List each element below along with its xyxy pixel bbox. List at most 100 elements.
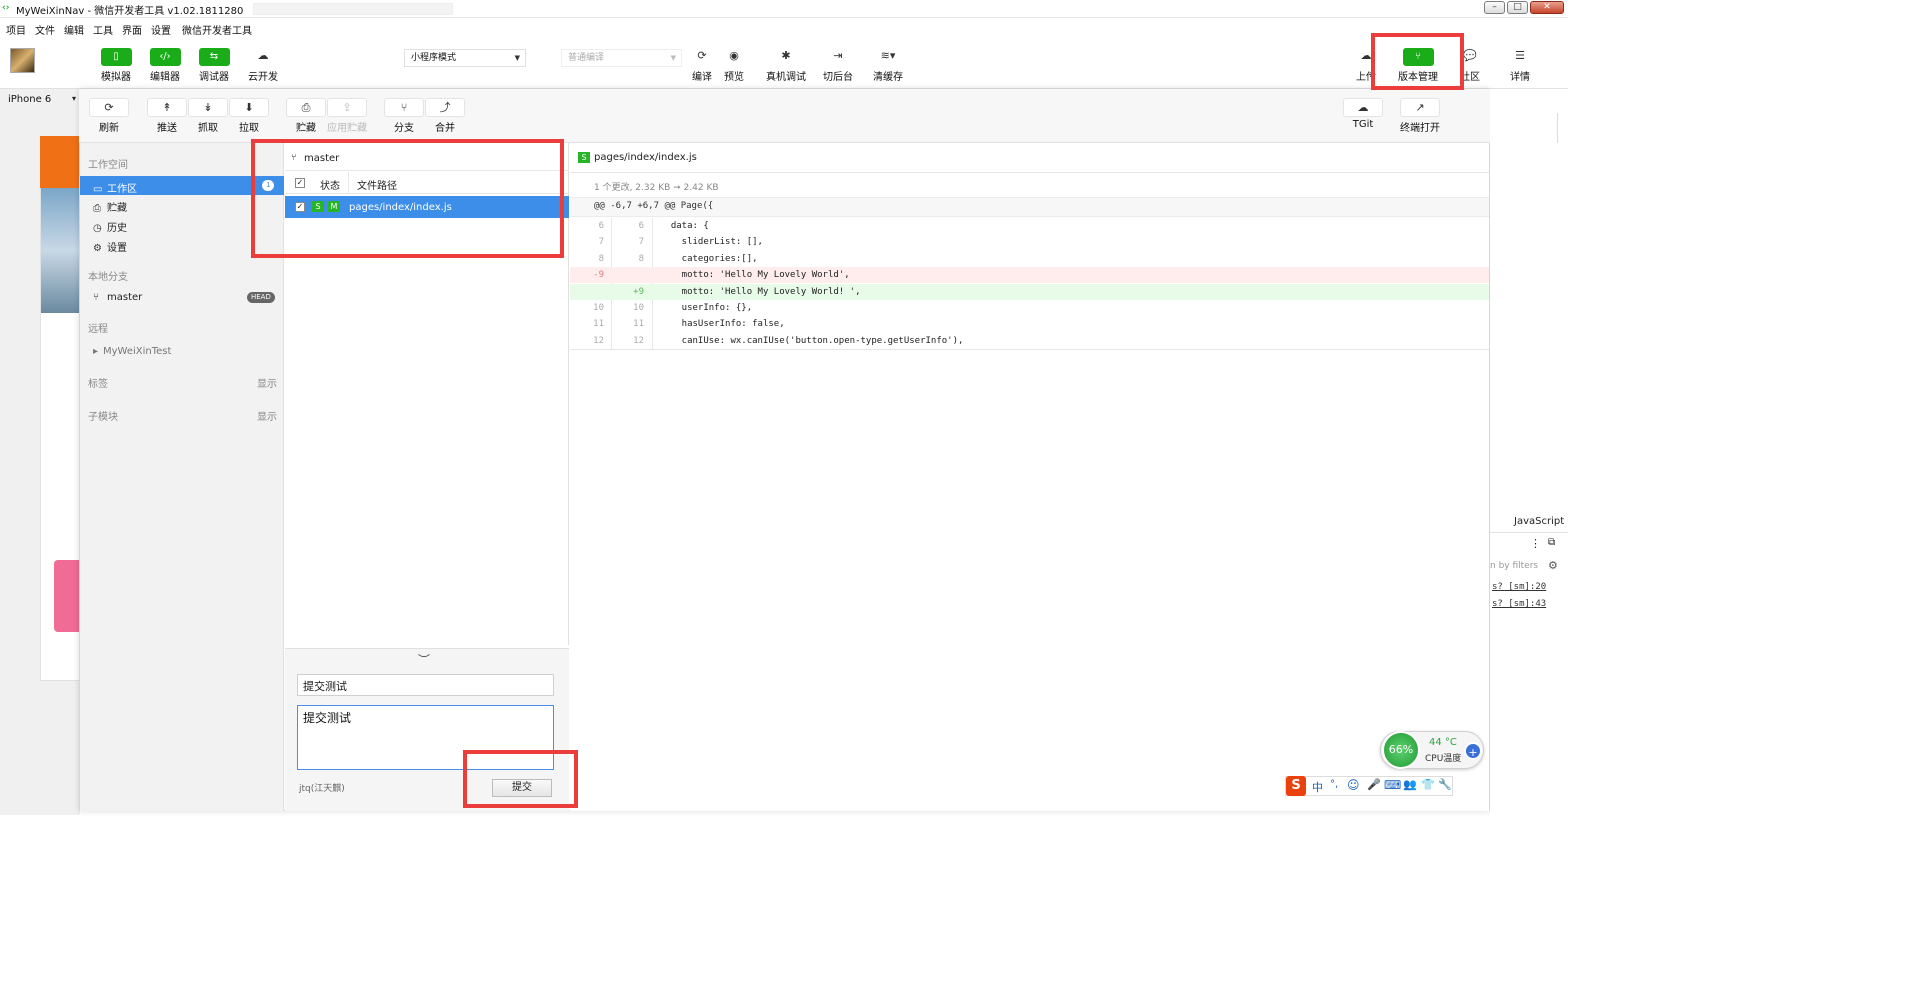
- divider: [1490, 532, 1568, 533]
- menu-edit[interactable]: 编辑: [64, 22, 84, 37]
- local-branch-header: 本地分支: [88, 272, 128, 283]
- nav-item-workspace[interactable]: ▭ 工作区: [93, 180, 137, 195]
- chevron-down-icon: ▼: [670, 54, 676, 62]
- diff-line-removed: -9 motto: 'Hello My Lovely World',: [570, 267, 1489, 284]
- cloud-dev-button[interactable]: ☁ 云开发: [241, 48, 285, 83]
- commit-author: jtq(江天麒): [299, 784, 345, 794]
- background-button[interactable]: ⇥ 切后台: [816, 48, 860, 83]
- punctuation-icon[interactable]: °,: [1330, 779, 1338, 790]
- user-icon[interactable]: 👥: [1403, 778, 1417, 791]
- skin-icon[interactable]: 👕: [1421, 778, 1435, 791]
- line-code: data: {: [660, 221, 709, 231]
- line-code: canIUse: wx.canIUse('button.open-type.ge…: [660, 335, 964, 346]
- head-badge: HEAD: [247, 292, 275, 303]
- menu-devtools[interactable]: 微信开发者工具: [182, 22, 252, 37]
- mode-select[interactable]: 小程序模式 ▼: [404, 49, 526, 67]
- line-code: hasUserInfo: false,: [660, 319, 785, 330]
- highlight-file-list: [251, 139, 564, 258]
- details-button[interactable]: ☰ 详情: [1498, 48, 1542, 83]
- debugger-button[interactable]: ⇆ 调试器: [192, 48, 236, 83]
- menu-tools[interactable]: 工具: [93, 22, 113, 37]
- new-line-number: 11: [633, 319, 644, 330]
- clear-cache-button[interactable]: ≋▾ 清缓存: [866, 48, 910, 83]
- branch-icon: ⑂: [384, 98, 424, 117]
- new-line-number: 8: [638, 253, 644, 264]
- cloud-icon: ☁: [247, 48, 279, 66]
- tgit-button[interactable]: ☁ TGit: [1342, 98, 1384, 130]
- wrench-icon[interactable]: 🔧: [1438, 778, 1452, 791]
- compile-select[interactable]: 普通编译 ▼: [561, 49, 682, 67]
- nav-item-history[interactable]: ◷ 历史: [93, 219, 127, 234]
- refresh-button[interactable]: ⟳ 刷新: [88, 98, 130, 134]
- ime-lang[interactable]: 中: [1312, 779, 1323, 795]
- chevron-down-icon: ▼: [514, 54, 520, 62]
- old-line-number: 12: [593, 335, 604, 346]
- simulator-button[interactable]: ▯ 模拟器: [94, 48, 138, 83]
- workspace-header: 工作空间: [88, 160, 128, 171]
- line-code: motto: 'Hello My Lovely World! ',: [660, 286, 861, 297]
- nav-item-stash[interactable]: ⎙ 贮藏: [93, 199, 127, 214]
- stash-button[interactable]: ⎙ 贮藏: [285, 98, 327, 134]
- main-toolbar: ▯ 模拟器 ‹/› 编辑器 ⇆ 调试器 ☁ 云开发 小程序模式 ▼ 普通编译 ▼ ⟳ 编译 ◉…: [0, 37, 1568, 89]
- close-button[interactable]: ✕: [1530, 1, 1564, 14]
- commit-title-input[interactable]: 提交测试: [297, 674, 554, 696]
- device-select[interactable]: iPhone 6: [8, 94, 51, 105]
- pull-button[interactable]: ⬇ 拉取: [228, 98, 270, 134]
- scrollbar[interactable]: [1557, 113, 1568, 143]
- history-icon: ◷: [93, 223, 102, 234]
- terminal-open-button[interactable]: ↗ 终端打开: [1399, 98, 1441, 134]
- editor-button[interactable]: ‹/› 编辑器: [143, 48, 187, 83]
- tags-show-button[interactable]: 显示: [257, 375, 277, 390]
- remote-item[interactable]: ▸ MyWeiXinTest: [93, 346, 171, 357]
- menu-settings[interactable]: 设置: [151, 22, 171, 37]
- menu-view[interactable]: 界面: [122, 22, 142, 37]
- mic-icon[interactable]: 🎤: [1367, 778, 1381, 791]
- nav-item-settings[interactable]: ⚙ 设置: [93, 239, 127, 254]
- filter-input[interactable]: n by filters: [1490, 561, 1538, 571]
- line-code: userInfo: {},: [660, 303, 753, 313]
- sogou-icon[interactable]: S: [1286, 776, 1306, 796]
- phone-status-bar: [40, 136, 80, 188]
- plus-icon[interactable]: +: [1464, 742, 1482, 760]
- preview-button[interactable]: ◉ 预览: [712, 48, 756, 83]
- phone-icon: ▯: [100, 48, 132, 66]
- push-icon: ↟: [147, 98, 187, 117]
- source-link[interactable]: s? [sm]:20: [1492, 582, 1546, 592]
- chevron-down-icon[interactable]: ▾: [72, 94, 76, 103]
- new-line-number: 6: [638, 221, 644, 231]
- diff-file-name: pages/index/index.js: [594, 152, 697, 163]
- submodule-show-button[interactable]: 显示: [257, 408, 277, 423]
- push-button[interactable]: ↟ 推送: [146, 98, 188, 134]
- old-line-number: 8: [598, 253, 604, 264]
- keyboard-icon[interactable]: ⌨: [1384, 778, 1401, 792]
- more-icon[interactable]: ⋮: [1530, 537, 1541, 550]
- menu-project[interactable]: 项目: [6, 22, 26, 37]
- refresh-icon: ⟳: [89, 98, 129, 117]
- fetch-button[interactable]: ↡ 抓取: [187, 98, 229, 134]
- minimize-button[interactable]: –: [1484, 1, 1505, 14]
- avatar[interactable]: [10, 48, 35, 73]
- emoji-icon[interactable]: ☺: [1347, 778, 1360, 792]
- diff-line: 12 12 canIUse: wx.canIUse('button.open-ty…: [570, 333, 1489, 349]
- code-icon: ‹/›: [149, 48, 181, 66]
- branch-master[interactable]: ⑂ master: [93, 292, 142, 303]
- old-line-number: 7: [598, 237, 604, 248]
- dock-icon[interactable]: ⧉: [1548, 537, 1555, 548]
- submodule-header: 子模块: [88, 412, 118, 423]
- menu-icon: ☰: [1504, 48, 1536, 66]
- maximize-button[interactable]: □: [1507, 1, 1528, 14]
- apply-stash-button[interactable]: ⇪ 应用贮藏: [326, 98, 368, 134]
- language-label: JavaScript: [1514, 516, 1565, 527]
- line-code: categories:[],: [660, 253, 758, 264]
- merge-button[interactable]: ⤴ 合并: [424, 98, 466, 134]
- source-link[interactable]: s? [sm]:43: [1492, 599, 1546, 609]
- branch-button[interactable]: ⑂ 分支: [383, 98, 425, 134]
- collapse-icon[interactable]: ︶: [418, 651, 430, 668]
- menu-file[interactable]: 文件: [35, 22, 55, 37]
- layers-icon: ≋▾: [872, 48, 904, 66]
- status-tag-staged: S: [578, 152, 590, 163]
- gear-icon[interactable]: ⚙: [1548, 559, 1558, 572]
- phone-banner-image: [41, 188, 79, 313]
- stash-icon: ⎙: [286, 98, 326, 117]
- remote-debug-button[interactable]: ✱ 真机调试: [764, 48, 808, 83]
